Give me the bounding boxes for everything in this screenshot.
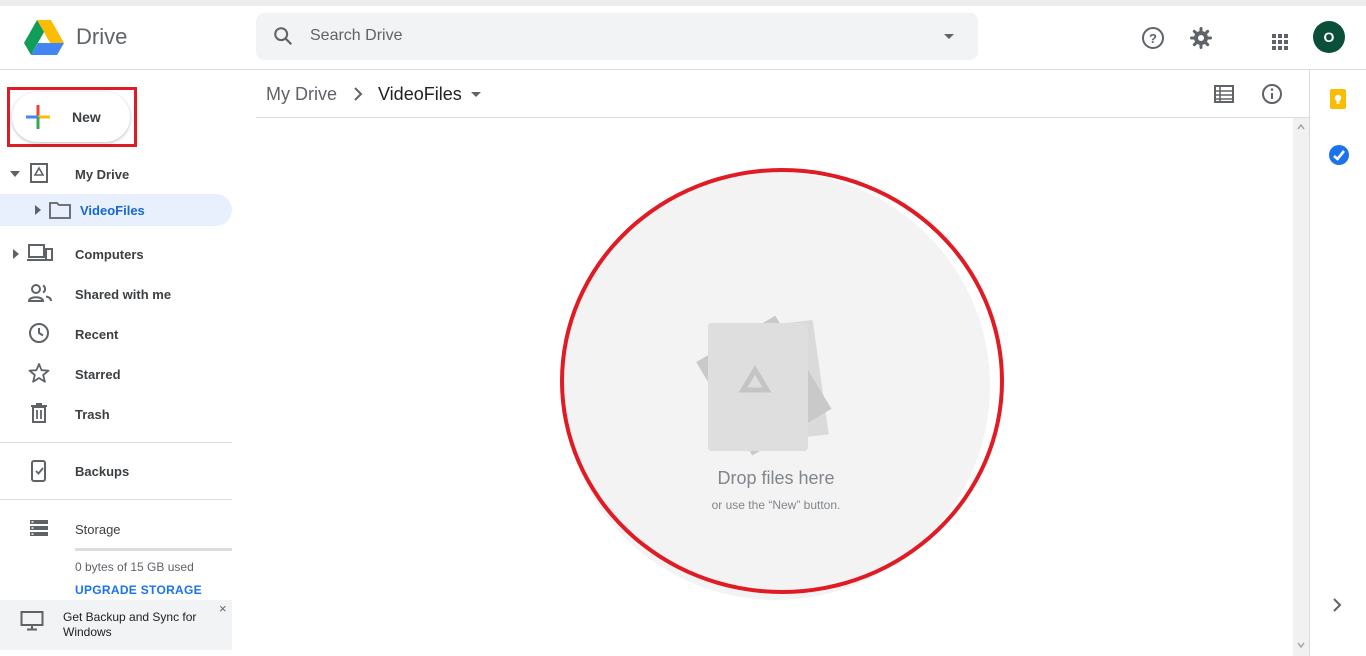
list-view-icon[interactable] [1214,85,1234,103]
close-icon[interactable]: × [219,601,227,616]
star-icon [28,363,50,383]
storage-used-text: 0 bytes of 15 GB used [75,560,194,574]
sidebar-item-label: Shared with me [75,287,172,302]
sidebar-item-label: Starred [75,367,121,382]
sidebar-item-shared-with-me[interactable]: Shared with me [0,278,232,310]
sidebar-item-backups[interactable]: Backups [0,455,232,487]
sidebar-item-label: Backups [75,464,130,479]
expand-triangle-icon[interactable] [34,205,42,215]
help-icon[interactable]: ? [1141,26,1165,50]
drop-files-title: Drop files here [717,468,835,488]
svg-text:?: ? [1149,31,1157,46]
search-bar[interactable] [256,13,978,60]
search-options-chevron-down-icon[interactable] [944,34,954,39]
people-icon [28,284,52,302]
trash-icon [31,403,47,423]
my-drive-icon [30,163,48,183]
sidebar-item-label: My Drive [75,167,130,182]
drive-logo-icon[interactable] [24,20,64,56]
breadcrumb: My Drive VideoFiles [256,70,1309,118]
side-panel [1309,70,1366,656]
collapse-triangle-icon[interactable] [10,170,20,178]
sidebar-item-label: Storage [75,522,121,537]
scroll-down-icon[interactable] [1297,642,1305,648]
clock-icon [29,323,49,343]
sidebar-item-starred[interactable]: Starred [0,358,232,390]
new-button-label: New [72,109,101,125]
sidebar-item-recent[interactable]: Recent [0,318,232,350]
promo-text: Get Backup and Sync for Windows [63,610,197,639]
sidebar-divider [0,499,232,500]
tasks-icon[interactable] [1328,144,1350,166]
storage-icon [30,520,48,536]
expand-panel-chevron-right-icon[interactable] [1332,598,1342,612]
monitor-icon [20,611,44,631]
sidebar: New My Drive VideoFiles Computers Shared… [0,70,256,656]
drop-files-subtitle: or use the “New” button. [711,498,841,512]
breadcrumb-my-drive[interactable]: My Drive [266,84,337,105]
top-bar: Drive ? O [0,0,1366,70]
backup-sync-promo[interactable]: Get Backup and Sync for Windows × [0,600,232,650]
sidebar-item-label: VideoFiles [80,203,145,218]
chevron-right-icon [354,87,363,101]
plus-icon [26,105,50,129]
content-scrollbar[interactable] [1293,118,1309,656]
sidebar-item-storage[interactable]: Storage [0,513,232,545]
apps-grid-icon[interactable] [1270,32,1290,52]
info-icon[interactable] [1261,83,1283,105]
search-input[interactable] [310,21,910,51]
expand-triangle-icon[interactable] [12,249,20,259]
search-icon[interactable] [272,25,294,47]
backups-phone-icon [31,460,46,482]
scroll-up-icon[interactable] [1297,124,1305,130]
storage-usage-bar [75,548,232,551]
sidebar-item-videofiles[interactable]: VideoFiles [0,194,232,226]
sidebar-item-label: Recent [75,327,119,342]
folder-menu-chevron-down-icon[interactable] [471,92,481,97]
breadcrumb-current-folder[interactable]: VideoFiles [378,84,462,105]
sidebar-item-computers[interactable]: Computers [0,238,232,270]
folder-icon [49,202,71,219]
app-title[interactable]: Drive [76,24,127,50]
file-drop-area[interactable]: Drop files here or use the “New” button. [256,118,1293,656]
computers-icon [27,244,53,261]
sidebar-item-my-drive[interactable]: My Drive [0,158,232,190]
drop-files-illustration-icon [696,315,832,456]
sidebar-item-trash[interactable]: Trash [0,398,232,430]
account-avatar[interactable]: O [1313,21,1345,53]
sidebar-item-label: Computers [75,247,144,262]
upgrade-storage-link[interactable]: UPGRADE STORAGE [75,583,202,597]
gear-icon[interactable] [1189,26,1213,50]
sidebar-divider [0,442,232,443]
new-button[interactable]: New [12,92,130,142]
keep-icon[interactable] [1328,88,1348,110]
sidebar-item-label: Trash [75,407,110,422]
